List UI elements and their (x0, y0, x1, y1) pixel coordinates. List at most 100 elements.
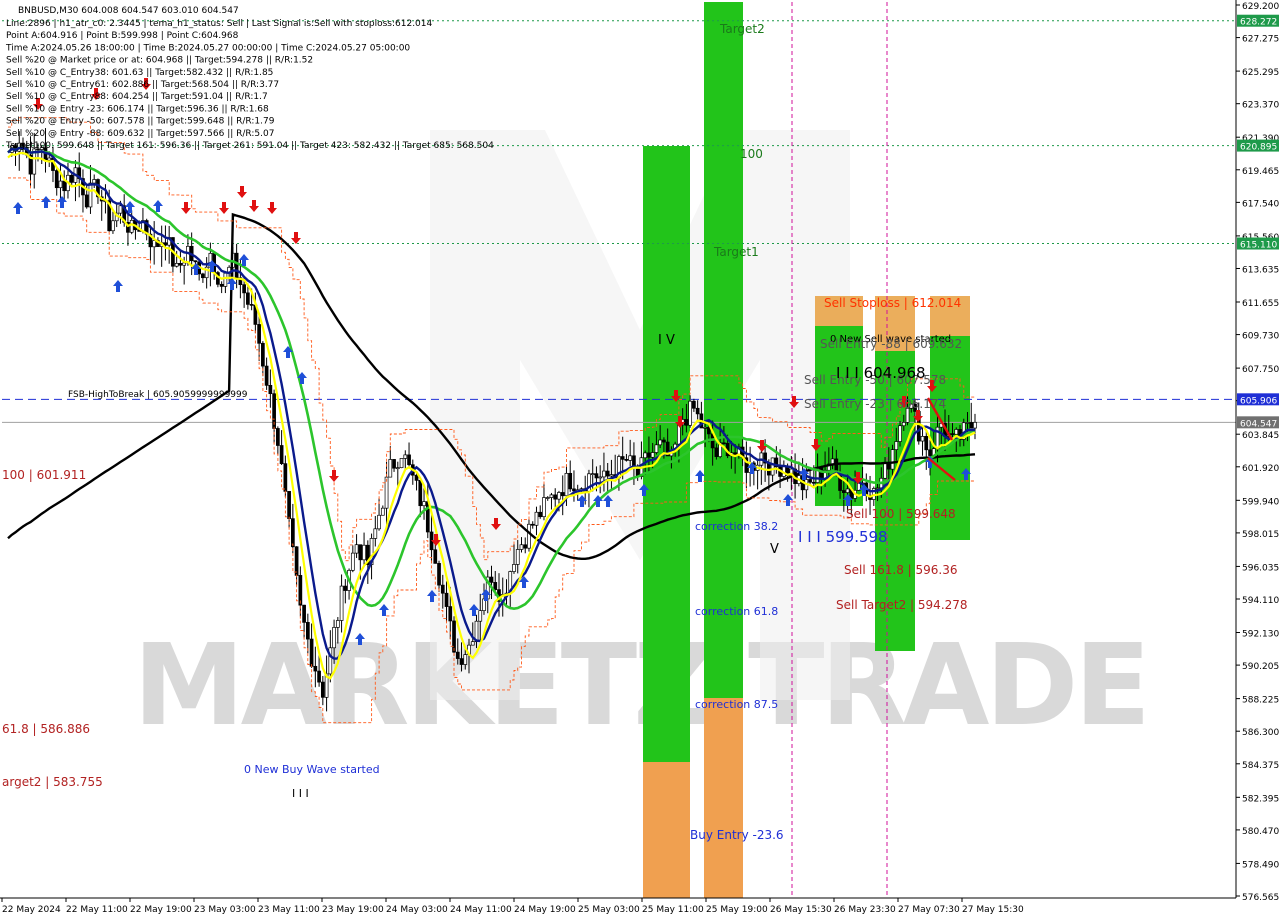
candle-body (714, 447, 719, 457)
price-tick-label: 586.300 (1242, 728, 1279, 738)
candle-body (388, 459, 393, 478)
price-tick-label: 580.470 (1242, 827, 1279, 837)
candle-body (530, 523, 535, 526)
candle-body (219, 283, 224, 287)
candle-body (542, 497, 546, 518)
header-info-line: Sell %10 @ C_Entry38: 601.63 || Target:5… (6, 68, 273, 78)
candle-body (291, 518, 295, 548)
candle-body (129, 219, 134, 233)
candle-body (350, 552, 355, 571)
candle-body (557, 492, 561, 500)
target1-label: Target1 (713, 245, 759, 259)
correction-382-label: correction 38.2 (695, 520, 778, 533)
candle-body (973, 421, 977, 429)
candle-body (287, 491, 291, 520)
left-100-label: 100 | 601.911 (2, 468, 86, 482)
sell-stoploss-label: Sell Stoploss | 612.014 (824, 296, 961, 310)
time-tick-label: 26 May 15:30 (770, 905, 832, 915)
candle-body (875, 487, 880, 490)
watermark-text: MARKETZITRADE (133, 621, 1147, 751)
price-tag-label: 620.895 (1240, 143, 1277, 153)
candle-body (470, 641, 475, 646)
candle-body (54, 170, 59, 189)
candle-body (515, 549, 520, 565)
candle-body (564, 472, 569, 497)
header-info-line: Sell %10 @ C_Entry88: 604.254 || Target:… (6, 92, 268, 102)
new-buy-wave-label: 0 New Buy Wave started (244, 763, 380, 776)
candle-body (152, 240, 157, 248)
candle-body (279, 445, 284, 464)
candle-body (276, 428, 280, 446)
price-tick-label: 592.130 (1242, 630, 1279, 640)
time-tick-label: 27 May 07:30 (898, 905, 960, 915)
candle-body (519, 544, 524, 550)
candle-body (58, 180, 63, 189)
time-tick-label: 25 May 19:00 (706, 905, 768, 915)
candle-body (643, 452, 648, 459)
price-tag-label: 615.110 (1240, 241, 1277, 251)
price-tick-label: 578.490 (1242, 860, 1279, 870)
candle-body (965, 422, 970, 424)
candle-body (384, 476, 389, 509)
header-info-line: Line:2896 | h1_atr_c0: 2.3445 | tema_h1_… (6, 19, 433, 29)
candle-body (118, 205, 123, 214)
chart-window[interactable]: MARKETZITRADE FSB-HighToBreak | 605.90599… (0, 0, 1280, 920)
wave-v-label: V (770, 542, 779, 557)
price-tick-label: 596.035 (1242, 563, 1279, 573)
candle-body (414, 474, 419, 481)
symbol-line: BNBUSD,M30 604.008 604.547 603.010 604.5… (18, 6, 239, 16)
candle-body (182, 262, 187, 266)
price-tick-label: 594.110 (1242, 596, 1279, 606)
candle-body (302, 604, 306, 623)
candle-body (924, 436, 929, 451)
candle-body (283, 463, 288, 492)
candle-body (433, 549, 438, 564)
candle-body (883, 462, 887, 479)
candle-body (658, 439, 663, 446)
candle-body (422, 501, 426, 507)
candle-body (377, 514, 381, 530)
candle-body (111, 220, 115, 232)
price-chart[interactable]: MARKETZITRADE FSB-HighToBreak | 605.90599… (0, 0, 1280, 920)
time-tick-label: 22 May 2024 (2, 905, 61, 915)
candle-body (695, 407, 700, 415)
price-tick-label: 619.465 (1242, 167, 1279, 177)
time-tick-label: 24 May 03:00 (386, 905, 448, 915)
time-tick-label: 25 May 11:00 (642, 905, 704, 915)
candle-body (954, 429, 959, 435)
candle-body (452, 620, 456, 653)
candle-body (313, 665, 318, 672)
candle-body (534, 511, 539, 526)
candle-body (901, 422, 906, 427)
candle-body (234, 252, 239, 279)
candle-body (894, 441, 899, 450)
price-tick-label: 603.845 (1242, 431, 1279, 441)
header-info-line: Point A:604.916 | Point B:599.998 | Poin… (6, 31, 239, 41)
candle-body (163, 242, 168, 246)
candle-body (455, 651, 460, 659)
price-tick-label: 576.565 (1242, 893, 1279, 903)
candle-body (624, 458, 629, 461)
sell-target2-label: Sell Target2 | 594.278 (836, 598, 968, 612)
candle-body (538, 511, 543, 518)
left-target2-label: arget2 | 583.755 (2, 775, 103, 789)
header-info-line: Sell %20 @ Entry -50: 607.578 || Target:… (6, 117, 275, 127)
candle-body (178, 263, 183, 266)
time-tick-label: 26 May 23:30 (834, 905, 896, 915)
candle-body (553, 494, 558, 500)
price-tick-label: 607.750 (1242, 365, 1279, 375)
candle-body (628, 455, 633, 461)
orange-zone-1 (643, 762, 690, 898)
candle-body (246, 292, 250, 305)
price-tick-label: 588.225 (1242, 696, 1279, 706)
header-info-line: Sell %20 @ Entry -88: 609.632 || Target:… (6, 129, 274, 139)
candle-body (380, 507, 385, 516)
time-tick-label: 24 May 19:00 (514, 905, 576, 915)
time-tick-label: 27 May 15:30 (962, 905, 1024, 915)
time-tick-label: 24 May 11:00 (450, 905, 512, 915)
sell-entry-88-label: Sell Entry -88 | 609.632 (820, 337, 962, 351)
price-tick-label: 617.540 (1242, 199, 1279, 209)
candle-body (770, 457, 775, 476)
candle-body (354, 544, 359, 554)
candle-body (418, 480, 423, 507)
